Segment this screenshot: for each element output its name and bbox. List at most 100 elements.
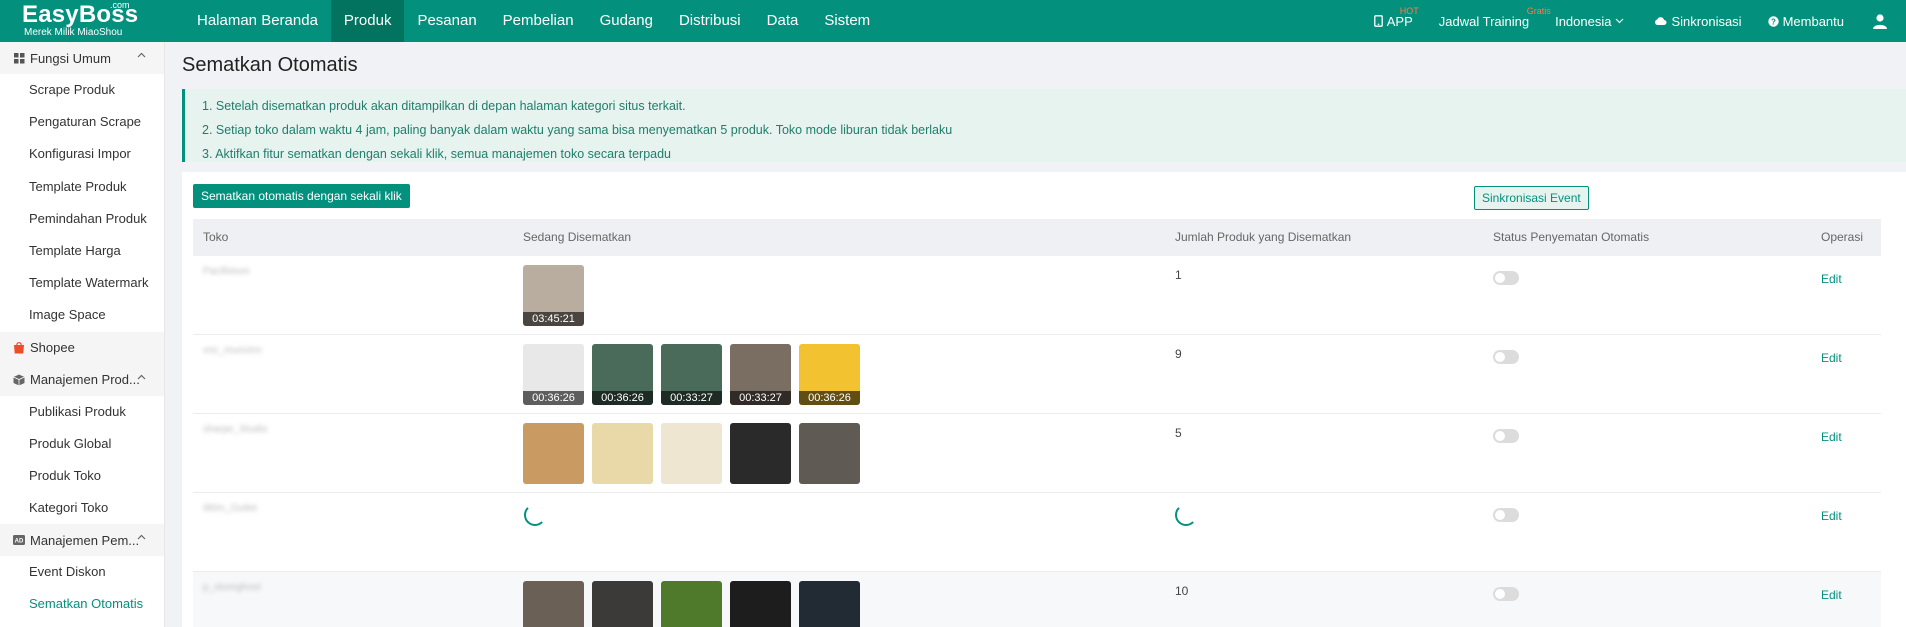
chips-product[interactable]: 03:49:00	[661, 581, 722, 627]
keyboard-product[interactable]: 00:36:26	[799, 344, 860, 405]
bottle-product[interactable]	[730, 423, 791, 484]
edit-link[interactable]: Edit	[1821, 272, 1842, 286]
countdown-timer: 00:33:27	[661, 391, 722, 405]
nav-purchase[interactable]: Pembelian	[490, 0, 587, 42]
nav-orders[interactable]: Pesanan	[404, 0, 489, 42]
gold-tray-product[interactable]	[592, 423, 653, 484]
backpack-product[interactable]	[799, 423, 860, 484]
app-link[interactable]: APP HOT	[1373, 6, 1419, 29]
sidebar-group-shopee[interactable]: Shopee	[0, 331, 164, 364]
auto-pin-toggle[interactable]	[1493, 429, 1519, 443]
sidebar-item-discount-event[interactable]: Event Diskon	[0, 556, 164, 588]
countdown-timer: 00:33:27	[730, 391, 791, 405]
edit-link[interactable]: Edit	[1821, 430, 1842, 444]
shopee-bag-icon	[12, 341, 26, 355]
edit-link[interactable]: Edit	[1821, 588, 1842, 602]
sync-event-button[interactable]: Sinkronisasi Event	[1474, 186, 1589, 210]
nav-system[interactable]: Sistem	[811, 0, 883, 42]
column-header-pinning: Sedang Disematkan	[523, 230, 632, 244]
brand-subtitle: Merek Milik MiaoShou	[24, 27, 123, 38]
sidebar-item-shop-category[interactable]: Kategori Toko	[0, 492, 164, 524]
dress-product[interactable]: 00:33:27	[730, 344, 791, 405]
training-link[interactable]: Jadwal Training Gratis	[1438, 6, 1551, 29]
chevron-up-icon	[137, 52, 146, 58]
table-row: i80m_Outlet Edit	[193, 493, 1881, 572]
pinned-product-list: 00:36:26 00:36:26 00:33:27 00:33:27 00:36:26	[523, 344, 860, 405]
coat-product[interactable]: 03:49:00	[523, 581, 584, 627]
sync-link[interactable]: Sinkronisasi	[1654, 13, 1742, 29]
language-select[interactable]: Indonesia	[1555, 14, 1628, 29]
chevron-down-icon	[1616, 18, 1624, 24]
pin-table-card: Sematkan otomatis dengan sekali klik Sin…	[182, 172, 1906, 627]
help-link[interactable]: ? Membantu	[1767, 13, 1844, 29]
sidebar-item-publish-product[interactable]: Publikasi Produk	[0, 396, 164, 428]
main-content: Sematkan Otomatis 1. Setelah disematkan …	[166, 42, 1906, 627]
sidebar-group-general[interactable]: Fungsi Umum	[0, 42, 164, 74]
shoe-product[interactable]: 03:49:00	[592, 581, 653, 627]
sidebar-item-price-template[interactable]: Template Harga	[0, 235, 164, 267]
sync-label: Sinkronisasi	[1671, 13, 1742, 29]
one-click-pin-button[interactable]: Sematkan otomatis dengan sekali klik	[193, 184, 410, 208]
sidebar-item-product-move[interactable]: Pemindahan Produk	[0, 203, 164, 235]
sidebar-group-label: Fungsi Umum	[30, 50, 111, 66]
auto-pin-toggle[interactable]	[1493, 508, 1519, 522]
nav-distribution[interactable]: Distribusi	[666, 0, 754, 42]
help-label: Membantu	[1782, 13, 1844, 29]
auto-pin-toggle[interactable]	[1493, 271, 1519, 285]
box-icon	[12, 373, 26, 387]
sidebar-group-promo-mgmt[interactable]: AD Manajemen Pem...	[0, 524, 164, 557]
nav-data[interactable]: Data	[754, 0, 812, 42]
sidebar-item-scrape-settings[interactable]: Pengaturan Scrape	[0, 106, 164, 138]
column-header-status: Status Penyematan Otomatis	[1493, 230, 1650, 244]
clear-box-product[interactable]: 03:49:00	[799, 581, 860, 627]
hoodie-product[interactable]: 03:45:21	[523, 265, 584, 326]
top-right-actions: APP HOT Jadwal Training Gratis Indonesia…	[1348, 0, 1906, 42]
sidebar-item-image-space[interactable]: Image Space	[0, 299, 164, 331]
grid-icon	[12, 51, 26, 65]
sidebar: Fungsi Umum Scrape Produk Pengaturan Scr…	[0, 42, 165, 627]
sidebar-item-global-product[interactable]: Produk Global	[0, 428, 164, 460]
shop-name: i80m_Outlet	[203, 503, 257, 514]
pinned-count: 5	[1175, 426, 1182, 440]
edit-link[interactable]: Edit	[1821, 509, 1842, 523]
top-navbar: EasyBoss .com Merek Milik MiaoShou Halam…	[0, 0, 1906, 42]
nav-product[interactable]: Produk	[330, 0, 405, 42]
nav-warehouse[interactable]: Gudang	[587, 0, 666, 42]
countdown-timer: 00:36:26	[592, 391, 653, 405]
sidebar-item-auto-pin[interactable]: Sematkan Otomatis	[0, 588, 164, 620]
loading-spinner-icon	[524, 504, 546, 526]
sidebar-item-import-config[interactable]: Konfigurasi Impor	[0, 138, 164, 170]
language-value: Indonesia	[1555, 13, 1612, 29]
auto-pin-toggle[interactable]	[1493, 350, 1519, 364]
user-menu[interactable]	[1872, 13, 1892, 29]
notice-line: 1. Setelah disematkan produk akan ditamp…	[202, 99, 686, 113]
auto-pin-toggle[interactable]	[1493, 587, 1519, 601]
tiles-product[interactable]: 03:49:00	[730, 581, 791, 627]
countdown-timer: 00:36:26	[523, 391, 584, 405]
notice-line: 3. Aktifkan fitur sematkan dengan sekali…	[202, 147, 672, 161]
wood-stand-product[interactable]	[523, 423, 584, 484]
table-row: sharpe_Studio 5 Edit	[193, 414, 1881, 493]
sidebar-item-product-template[interactable]: Template Produk	[0, 171, 164, 203]
bowl-product[interactable]	[661, 423, 722, 484]
nav-home[interactable]: Halaman Beranda	[184, 0, 331, 42]
sidebar-item-scrape[interactable]: Scrape Produk	[0, 74, 164, 106]
clover-blanket-product[interactable]: 00:36:26	[592, 344, 653, 405]
sidebar-group-product-mgmt[interactable]: Manajemen Prod...	[0, 363, 164, 396]
chevron-up-icon	[137, 534, 146, 540]
countdown-timer: 03:45:21	[523, 312, 584, 326]
countdown-timer: 00:36:26	[799, 391, 860, 405]
app-label: APP	[1386, 13, 1413, 29]
sidebar-item-shop-product[interactable]: Produk Toko	[0, 460, 164, 492]
camera-product[interactable]: 00:36:26	[523, 344, 584, 405]
sidebar-group-label: Shopee	[30, 340, 75, 355]
edit-link[interactable]: Edit	[1821, 351, 1842, 365]
question-icon: ?	[1767, 15, 1779, 27]
info-notice: 1. Setelah disematkan produk akan ditamp…	[182, 89, 1906, 162]
sidebar-group-label: Manajemen Pem...	[30, 532, 140, 548]
clover-blanket-product[interactable]: 00:33:27	[661, 344, 722, 405]
training-label: Jadwal Training	[1438, 13, 1530, 29]
brand-logo[interactable]: EasyBoss .com Merek Milik MiaoShou	[0, 0, 184, 42]
pinned-count: 9	[1175, 347, 1182, 361]
sidebar-item-watermark-template[interactable]: Template Watermark	[0, 267, 164, 299]
